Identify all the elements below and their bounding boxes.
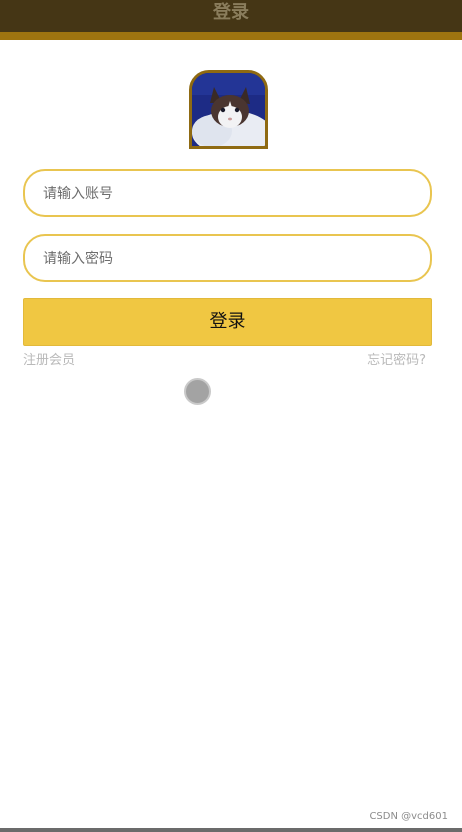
password-input[interactable] — [41, 236, 405, 282]
bottom-bar — [0, 828, 462, 832]
watermark: CSDN @vcd601 — [369, 811, 448, 822]
cat-avatar-image — [192, 73, 265, 146]
forgot-password-link[interactable]: 忘记密码? — [367, 349, 426, 368]
account-field[interactable] — [23, 169, 432, 217]
login-button[interactable]: 登录 — [23, 298, 432, 346]
account-input[interactable] — [41, 171, 405, 217]
loading-spinner-icon — [184, 378, 211, 405]
avatar — [189, 70, 268, 149]
header-accent-strip — [0, 32, 462, 40]
login-page: 登录 登录 注册会员 忘记密码? CSDN @vcd601 — [0, 0, 462, 832]
page-title: 登录 — [213, 2, 249, 23]
password-field[interactable] — [23, 234, 432, 282]
register-link[interactable]: 注册会员 — [23, 349, 75, 368]
app-header: 登录 — [0, 0, 462, 32]
